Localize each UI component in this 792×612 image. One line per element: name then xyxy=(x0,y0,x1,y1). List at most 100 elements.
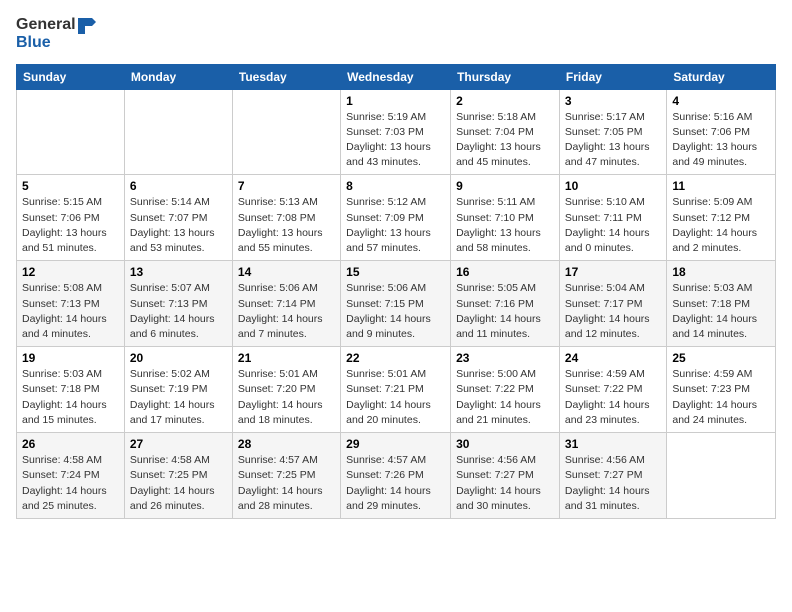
day-info: Sunrise: 5:06 AM Sunset: 7:15 PM Dayligh… xyxy=(346,281,445,342)
logo-general-text: General xyxy=(16,16,76,34)
day-info: Sunrise: 4:57 AM Sunset: 7:25 PM Dayligh… xyxy=(238,453,335,514)
weekday-monday: Monday xyxy=(124,64,232,89)
day-number: 20 xyxy=(130,351,227,365)
day-info: Sunrise: 4:56 AM Sunset: 7:27 PM Dayligh… xyxy=(456,453,554,514)
day-number: 9 xyxy=(456,179,554,193)
day-info: Sunrise: 5:06 AM Sunset: 7:14 PM Dayligh… xyxy=(238,281,335,342)
calendar-week-5: 26 Sunrise: 4:58 AM Sunset: 7:24 PM Dayli… xyxy=(17,433,776,519)
calendar-cell: 7 Sunrise: 5:13 AM Sunset: 7:08 PM Daylig… xyxy=(232,175,340,261)
calendar-cell: 22Sunrise: 5:01 AM Sunset: 7:21 PM Dayli… xyxy=(341,347,451,433)
calendar-cell: 28 Sunrise: 4:57 AM Sunset: 7:25 PM Dayli… xyxy=(232,433,340,519)
day-info: Sunrise: 4:59 AM Sunset: 7:23 PM Dayligh… xyxy=(672,367,770,428)
day-number: 7 xyxy=(238,179,335,193)
calendar-cell: 16 Sunrise: 5:05 AM Sunset: 7:16 PM Dayli… xyxy=(451,261,560,347)
day-number: 31 xyxy=(565,437,661,451)
calendar-cell: 1 Sunrise: 5:19 AM Sunset: 7:03 PM Daylig… xyxy=(341,89,451,175)
day-info: Sunrise: 4:57 AM Sunset: 7:26 PM Dayligh… xyxy=(346,453,445,514)
calendar-cell: 18 Sunrise: 5:03 AM Sunset: 7:18 PM Dayli… xyxy=(667,261,776,347)
calendar-cell: 29 Sunrise: 4:57 AM Sunset: 7:26 PM Dayli… xyxy=(341,433,451,519)
calendar-cell: 19 Sunrise: 5:03 AM Sunset: 7:18 PM Dayli… xyxy=(17,347,125,433)
calendar-cell: 25 Sunrise: 4:59 AM Sunset: 7:23 PM Dayli… xyxy=(667,347,776,433)
day-number: 11 xyxy=(672,179,770,193)
day-info: Sunrise: 5:15 AM Sunset: 7:06 PM Dayligh… xyxy=(22,195,119,256)
day-info: Sunrise: 4:59 AM Sunset: 7:22 PM Dayligh… xyxy=(565,367,661,428)
calendar-cell: 4Sunrise: 5:16 AM Sunset: 7:06 PM Daylig… xyxy=(667,89,776,175)
day-number: 30 xyxy=(456,437,554,451)
day-info: Sunrise: 5:17 AM Sunset: 7:05 PM Dayligh… xyxy=(565,110,661,171)
day-info: Sunrise: 5:12 AM Sunset: 7:09 PM Dayligh… xyxy=(346,195,445,256)
day-info: Sunrise: 5:01 AM Sunset: 7:21 PM Dayligh… xyxy=(346,367,445,428)
weekday-tuesday: Tuesday xyxy=(232,64,340,89)
calendar-cell xyxy=(124,89,232,175)
day-info: Sunrise: 4:56 AM Sunset: 7:27 PM Dayligh… xyxy=(565,453,661,514)
day-info: Sunrise: 5:00 AM Sunset: 7:22 PM Dayligh… xyxy=(456,367,554,428)
day-info: Sunrise: 5:19 AM Sunset: 7:03 PM Dayligh… xyxy=(346,110,445,171)
calendar-cell xyxy=(17,89,125,175)
calendar-cell: 21Sunrise: 5:01 AM Sunset: 7:20 PM Dayli… xyxy=(232,347,340,433)
day-number: 5 xyxy=(22,179,119,193)
calendar-week-1: 1 Sunrise: 5:19 AM Sunset: 7:03 PM Daylig… xyxy=(17,89,776,175)
day-info: Sunrise: 4:58 AM Sunset: 7:25 PM Dayligh… xyxy=(130,453,227,514)
day-number: 19 xyxy=(22,351,119,365)
calendar-cell: 5 Sunrise: 5:15 AM Sunset: 7:06 PM Daylig… xyxy=(17,175,125,261)
day-number: 16 xyxy=(456,265,554,279)
day-number: 17 xyxy=(565,265,661,279)
calendar-cell: 9 Sunrise: 5:11 AM Sunset: 7:10 PM Daylig… xyxy=(451,175,560,261)
weekday-header-row: SundayMondayTuesdayWednesdayThursdayFrid… xyxy=(17,64,776,89)
calendar-cell: 3 Sunrise: 5:17 AM Sunset: 7:05 PM Daylig… xyxy=(559,89,666,175)
calendar-cell: 17 Sunrise: 5:04 AM Sunset: 7:17 PM Dayli… xyxy=(559,261,666,347)
day-info: Sunrise: 5:03 AM Sunset: 7:18 PM Dayligh… xyxy=(672,281,770,342)
day-info: Sunrise: 5:07 AM Sunset: 7:13 PM Dayligh… xyxy=(130,281,227,342)
day-number: 10 xyxy=(565,179,661,193)
day-number: 14 xyxy=(238,265,335,279)
day-info: Sunrise: 5:14 AM Sunset: 7:07 PM Dayligh… xyxy=(130,195,227,256)
calendar-cell: 30 Sunrise: 4:56 AM Sunset: 7:27 PM Dayli… xyxy=(451,433,560,519)
calendar-cell: 6Sunrise: 5:14 AM Sunset: 7:07 PM Daylig… xyxy=(124,175,232,261)
day-number: 3 xyxy=(565,94,661,108)
day-info: Sunrise: 5:03 AM Sunset: 7:18 PM Dayligh… xyxy=(22,367,119,428)
day-number: 29 xyxy=(346,437,445,451)
day-info: Sunrise: 5:05 AM Sunset: 7:16 PM Dayligh… xyxy=(456,281,554,342)
day-info: Sunrise: 5:09 AM Sunset: 7:12 PM Dayligh… xyxy=(672,195,770,256)
weekday-friday: Friday xyxy=(559,64,666,89)
weekday-wednesday: Wednesday xyxy=(341,64,451,89)
day-number: 23 xyxy=(456,351,554,365)
day-info: Sunrise: 5:04 AM Sunset: 7:17 PM Dayligh… xyxy=(565,281,661,342)
logo-flag-icon xyxy=(78,16,96,34)
day-info: Sunrise: 4:58 AM Sunset: 7:24 PM Dayligh… xyxy=(22,453,119,514)
day-number: 25 xyxy=(672,351,770,365)
calendar-cell: 31 Sunrise: 4:56 AM Sunset: 7:27 PM Dayli… xyxy=(559,433,666,519)
weekday-saturday: Saturday xyxy=(667,64,776,89)
day-number: 27 xyxy=(130,437,227,451)
day-info: Sunrise: 5:11 AM Sunset: 7:10 PM Dayligh… xyxy=(456,195,554,256)
calendar-table: SundayMondayTuesdayWednesdayThursdayFrid… xyxy=(16,64,776,519)
calendar-week-3: 12Sunrise: 5:08 AM Sunset: 7:13 PM Dayli… xyxy=(17,261,776,347)
day-number: 1 xyxy=(346,94,445,108)
logo-blue-text: Blue xyxy=(16,34,96,52)
weekday-thursday: Thursday xyxy=(451,64,560,89)
calendar-week-4: 19 Sunrise: 5:03 AM Sunset: 7:18 PM Dayli… xyxy=(17,347,776,433)
weekday-sunday: Sunday xyxy=(17,64,125,89)
calendar-cell: 8 Sunrise: 5:12 AM Sunset: 7:09 PM Daylig… xyxy=(341,175,451,261)
calendar-cell: 2Sunrise: 5:18 AM Sunset: 7:04 PM Daylig… xyxy=(451,89,560,175)
day-number: 13 xyxy=(130,265,227,279)
calendar-cell: 26 Sunrise: 4:58 AM Sunset: 7:24 PM Dayli… xyxy=(17,433,125,519)
calendar-cell xyxy=(667,433,776,519)
day-number: 28 xyxy=(238,437,335,451)
calendar-cell: 13 Sunrise: 5:07 AM Sunset: 7:13 PM Dayli… xyxy=(124,261,232,347)
day-info: Sunrise: 5:02 AM Sunset: 7:19 PM Dayligh… xyxy=(130,367,227,428)
calendar-cell: 11 Sunrise: 5:09 AM Sunset: 7:12 PM Dayli… xyxy=(667,175,776,261)
calendar-cell: 15Sunrise: 5:06 AM Sunset: 7:15 PM Dayli… xyxy=(341,261,451,347)
logo: GeneralBlue xyxy=(16,16,96,52)
day-number: 18 xyxy=(672,265,770,279)
calendar-cell: 27 Sunrise: 4:58 AM Sunset: 7:25 PM Dayli… xyxy=(124,433,232,519)
day-info: Sunrise: 5:16 AM Sunset: 7:06 PM Dayligh… xyxy=(672,110,770,171)
day-info: Sunrise: 5:13 AM Sunset: 7:08 PM Dayligh… xyxy=(238,195,335,256)
calendar-cell: 20 Sunrise: 5:02 AM Sunset: 7:19 PM Dayli… xyxy=(124,347,232,433)
day-info: Sunrise: 5:01 AM Sunset: 7:20 PM Dayligh… xyxy=(238,367,335,428)
calendar-cell: 23 Sunrise: 5:00 AM Sunset: 7:22 PM Dayli… xyxy=(451,347,560,433)
day-number: 26 xyxy=(22,437,119,451)
day-number: 8 xyxy=(346,179,445,193)
page-header: GeneralBlue xyxy=(16,16,776,52)
day-info: Sunrise: 5:10 AM Sunset: 7:11 PM Dayligh… xyxy=(565,195,661,256)
